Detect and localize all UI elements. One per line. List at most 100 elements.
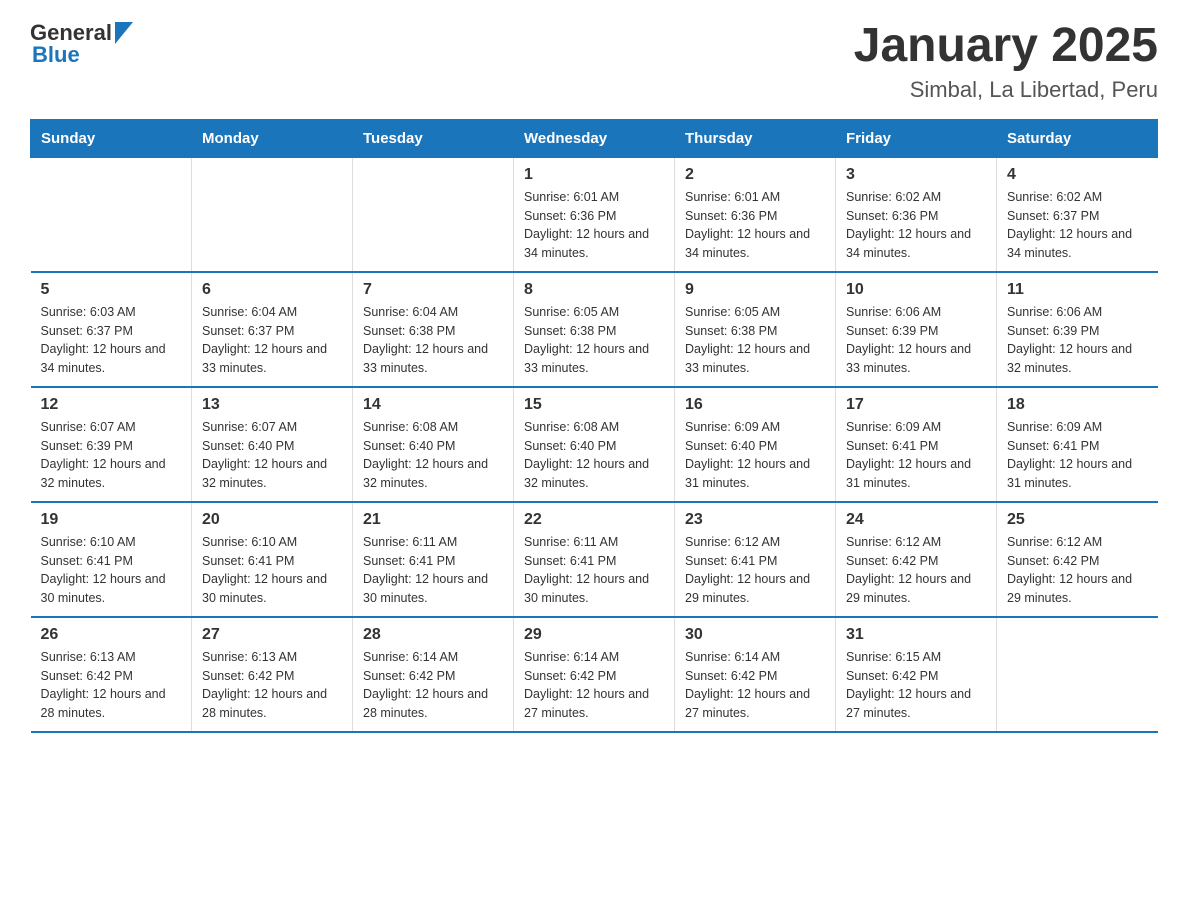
day-info: Sunrise: 6:13 AMSunset: 6:42 PMDaylight:…	[202, 648, 342, 723]
weekday-header-thursday: Thursday	[675, 119, 836, 157]
day-number: 15	[524, 396, 664, 414]
day-number: 8	[524, 281, 664, 299]
day-number: 14	[363, 396, 503, 414]
day-info: Sunrise: 6:12 AMSunset: 6:42 PMDaylight:…	[1007, 533, 1148, 608]
calendar-cell: 27 Sunrise: 6:13 AMSunset: 6:42 PMDayligh…	[192, 617, 353, 732]
calendar-cell: 1 Sunrise: 6:01 AMSunset: 6:36 PMDaylight…	[514, 157, 675, 272]
day-info: Sunrise: 6:04 AMSunset: 6:37 PMDaylight:…	[202, 303, 342, 378]
day-number: 30	[685, 626, 825, 644]
calendar-cell: 25 Sunrise: 6:12 AMSunset: 6:42 PMDayligh…	[997, 502, 1158, 617]
calendar-week-3: 12Sunrise: 6:07 AMSunset: 6:39 PMDayligh…	[31, 387, 1158, 502]
calendar-cell: 13 Sunrise: 6:07 AMSunset: 6:40 PMDayligh…	[192, 387, 353, 502]
day-number: 21	[363, 511, 503, 529]
calendar-cell: 29 Sunrise: 6:14 AMSunset: 6:42 PMDayligh…	[514, 617, 675, 732]
calendar-cell: 4Sunrise: 6:02 AMSunset: 6:37 PMDaylight…	[997, 157, 1158, 272]
day-info: Sunrise: 6:01 AMSunset: 6:36 PMDaylight:…	[685, 188, 825, 263]
calendar-cell: 3Sunrise: 6:02 AMSunset: 6:36 PMDaylight…	[836, 157, 997, 272]
day-info: Sunrise: 6:11 AMSunset: 6:41 PMDaylight:…	[524, 533, 664, 608]
calendar-cell: 18 Sunrise: 6:09 AMSunset: 6:41 PMDayligh…	[997, 387, 1158, 502]
calendar-cell: 9Sunrise: 6:05 AMSunset: 6:38 PMDaylight…	[675, 272, 836, 387]
day-number: 29	[524, 626, 664, 644]
calendar-cell: 16 Sunrise: 6:09 AMSunset: 6:40 PMDayligh…	[675, 387, 836, 502]
calendar-cell	[353, 157, 514, 272]
calendar-cell	[31, 157, 192, 272]
calendar-cell: 8 Sunrise: 6:05 AMSunset: 6:38 PMDaylight…	[514, 272, 675, 387]
day-number: 13	[202, 396, 342, 414]
day-number: 11	[1007, 281, 1148, 299]
page-subtitle: Simbal, La Libertad, Peru	[854, 77, 1158, 103]
day-info: Sunrise: 6:10 AMSunset: 6:41 PMDaylight:…	[202, 533, 342, 608]
logo-text-blue: Blue	[32, 42, 80, 68]
calendar-cell: 11 Sunrise: 6:06 AMSunset: 6:39 PMDayligh…	[997, 272, 1158, 387]
calendar-header: SundayMondayTuesdayWednesdayThursdayFrid…	[31, 119, 1158, 157]
day-info: Sunrise: 6:05 AMSunset: 6:38 PMDaylight:…	[524, 303, 664, 378]
calendar-cell: 17 Sunrise: 6:09 AMSunset: 6:41 PMDayligh…	[836, 387, 997, 502]
day-info: Sunrise: 6:01 AMSunset: 6:36 PMDaylight:…	[524, 188, 664, 263]
calendar-cell: 5Sunrise: 6:03 AMSunset: 6:37 PMDaylight…	[31, 272, 192, 387]
weekday-header-monday: Monday	[192, 119, 353, 157]
day-info: Sunrise: 6:09 AMSunset: 6:40 PMDaylight:…	[685, 418, 825, 493]
calendar-cell: 19 Sunrise: 6:10 AMSunset: 6:41 PMDayligh…	[31, 502, 192, 617]
day-number: 27	[202, 626, 342, 644]
day-number: 28	[363, 626, 503, 644]
day-number: 12	[41, 396, 182, 414]
day-info: Sunrise: 6:14 AMSunset: 6:42 PMDaylight:…	[363, 648, 503, 723]
calendar-cell: 14 Sunrise: 6:08 AMSunset: 6:40 PMDayligh…	[353, 387, 514, 502]
day-info: Sunrise: 6:08 AMSunset: 6:40 PMDaylight:…	[524, 418, 664, 493]
day-info: Sunrise: 6:12 AMSunset: 6:41 PMDaylight:…	[685, 533, 825, 608]
calendar-week-5: 26Sunrise: 6:13 AMSunset: 6:42 PMDayligh…	[31, 617, 1158, 732]
day-number: 9	[685, 281, 825, 299]
calendar-week-1: 1 Sunrise: 6:01 AMSunset: 6:36 PMDaylight…	[31, 157, 1158, 272]
calendar-table: SundayMondayTuesdayWednesdayThursdayFrid…	[30, 119, 1158, 733]
calendar-week-4: 19 Sunrise: 6:10 AMSunset: 6:41 PMDayligh…	[31, 502, 1158, 617]
day-number: 22	[524, 511, 664, 529]
calendar-cell: 6 Sunrise: 6:04 AMSunset: 6:37 PMDaylight…	[192, 272, 353, 387]
day-info: Sunrise: 6:07 AMSunset: 6:40 PMDaylight:…	[202, 418, 342, 493]
day-info: Sunrise: 6:06 AMSunset: 6:39 PMDaylight:…	[1007, 303, 1148, 378]
calendar-body: 1 Sunrise: 6:01 AMSunset: 6:36 PMDaylight…	[31, 157, 1158, 732]
day-number: 1	[524, 166, 664, 184]
calendar-cell: 30 Sunrise: 6:14 AMSunset: 6:42 PMDayligh…	[675, 617, 836, 732]
day-info: Sunrise: 6:10 AMSunset: 6:41 PMDaylight:…	[41, 533, 182, 608]
day-number: 16	[685, 396, 825, 414]
day-number: 5	[41, 281, 182, 299]
day-info: Sunrise: 6:09 AMSunset: 6:41 PMDaylight:…	[846, 418, 986, 493]
calendar-cell: 12Sunrise: 6:07 AMSunset: 6:39 PMDayligh…	[31, 387, 192, 502]
day-info: Sunrise: 6:15 AMSunset: 6:42 PMDaylight:…	[846, 648, 986, 723]
day-number: 2	[685, 166, 825, 184]
day-number: 31	[846, 626, 986, 644]
day-info: Sunrise: 6:09 AMSunset: 6:41 PMDaylight:…	[1007, 418, 1148, 493]
day-info: Sunrise: 6:13 AMSunset: 6:42 PMDaylight:…	[41, 648, 182, 723]
calendar-cell: 26Sunrise: 6:13 AMSunset: 6:42 PMDayligh…	[31, 617, 192, 732]
calendar-cell: 31 Sunrise: 6:15 AMSunset: 6:42 PMDayligh…	[836, 617, 997, 732]
logo-triangle-icon	[115, 22, 133, 44]
day-info: Sunrise: 6:12 AMSunset: 6:42 PMDaylight:…	[846, 533, 986, 608]
weekday-header-row: SundayMondayTuesdayWednesdayThursdayFrid…	[31, 119, 1158, 157]
page-header: General Blue January 2025 Simbal, La Lib…	[30, 20, 1158, 103]
day-number: 19	[41, 511, 182, 529]
day-number: 17	[846, 396, 986, 414]
weekday-header-tuesday: Tuesday	[353, 119, 514, 157]
day-number: 6	[202, 281, 342, 299]
page-title: January 2025	[854, 20, 1158, 73]
calendar-cell: 21 Sunrise: 6:11 AMSunset: 6:41 PMDayligh…	[353, 502, 514, 617]
day-info: Sunrise: 6:08 AMSunset: 6:40 PMDaylight:…	[363, 418, 503, 493]
calendar-cell: 2 Sunrise: 6:01 AMSunset: 6:36 PMDaylight…	[675, 157, 836, 272]
day-number: 18	[1007, 396, 1148, 414]
day-info: Sunrise: 6:14 AMSunset: 6:42 PMDaylight:…	[685, 648, 825, 723]
title-block: January 2025 Simbal, La Libertad, Peru	[854, 20, 1158, 103]
day-number: 24	[846, 511, 986, 529]
weekday-header-wednesday: Wednesday	[514, 119, 675, 157]
weekday-header-saturday: Saturday	[997, 119, 1158, 157]
calendar-cell: 20Sunrise: 6:10 AMSunset: 6:41 PMDayligh…	[192, 502, 353, 617]
day-number: 3	[846, 166, 986, 184]
day-number: 25	[1007, 511, 1148, 529]
day-number: 7	[363, 281, 503, 299]
weekday-header-friday: Friday	[836, 119, 997, 157]
day-info: Sunrise: 6:06 AMSunset: 6:39 PMDaylight:…	[846, 303, 986, 378]
day-info: Sunrise: 6:04 AMSunset: 6:38 PMDaylight:…	[363, 303, 503, 378]
day-info: Sunrise: 6:11 AMSunset: 6:41 PMDaylight:…	[363, 533, 503, 608]
day-info: Sunrise: 6:14 AMSunset: 6:42 PMDaylight:…	[524, 648, 664, 723]
calendar-cell: 23Sunrise: 6:12 AMSunset: 6:41 PMDayligh…	[675, 502, 836, 617]
calendar-cell: 28 Sunrise: 6:14 AMSunset: 6:42 PMDayligh…	[353, 617, 514, 732]
